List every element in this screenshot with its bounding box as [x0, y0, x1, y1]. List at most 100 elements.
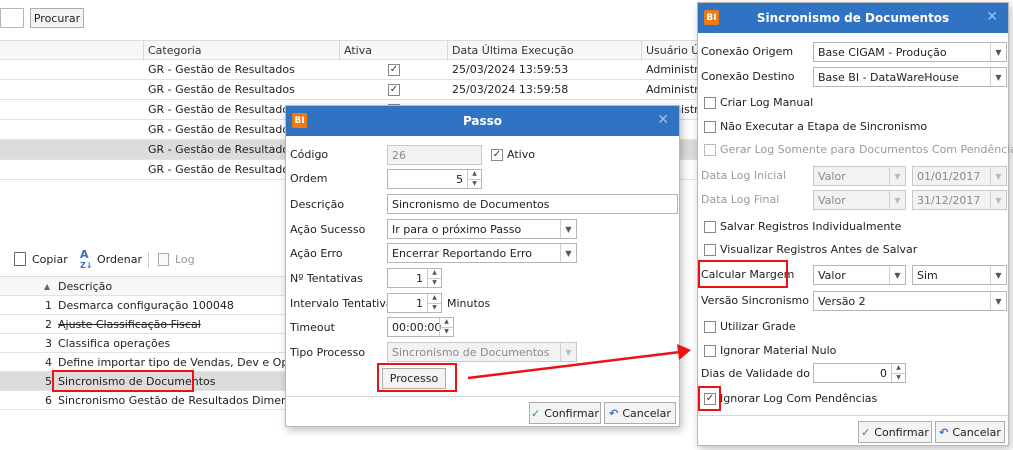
- copy-icon[interactable]: [14, 252, 26, 266]
- acao-erro-select[interactable]: Encerrar Reportando Erro ▼: [387, 243, 577, 263]
- versao-value: Versão 2: [818, 294, 866, 308]
- chevron-down-icon: ▼: [889, 167, 905, 185]
- list-item[interactable]: 3 Classifica operações: [0, 334, 285, 353]
- bi-app-icon: BI: [292, 113, 307, 128]
- origem-select[interactable]: Base CIGAM - Produção ▼: [813, 42, 1007, 62]
- timeout-label: Timeout: [290, 321, 335, 334]
- step-description: Ajuste Classificação Fiscal: [58, 318, 201, 331]
- dias-validade-stepper[interactable]: 0 ▲ ▼: [813, 363, 906, 383]
- descricao-field[interactable]: Sincronismo de Documentos: [387, 194, 678, 214]
- sort-button[interactable]: Ordenar: [97, 253, 142, 266]
- ordem-label: Ordem: [290, 172, 328, 185]
- search-input[interactable]: [0, 8, 24, 28]
- acao-sucesso-select[interactable]: Ir para o próximo Passo ▼: [387, 219, 577, 239]
- chevron-down-icon[interactable]: ▼: [990, 292, 1006, 310]
- copy-button[interactable]: Copiar: [32, 253, 68, 266]
- list-item[interactable]: 6 Sincronismo Gestão de Resultados Dimens…: [0, 391, 313, 410]
- cancel-button[interactable]: ↶ Cancelar: [935, 421, 1005, 443]
- data-final-value: 31/12/2017: [917, 193, 981, 207]
- chevron-down-icon[interactable]: ▼: [990, 68, 1006, 86]
- undo-icon: ↶: [609, 406, 619, 420]
- chevron-down-icon[interactable]: ▼: [560, 220, 576, 238]
- usuario-cell: Administrad: [646, 63, 700, 76]
- close-icon[interactable]: ✕: [657, 112, 669, 128]
- data-final-type-value: Valor: [818, 193, 846, 207]
- categoria-cell: GR - Gestão de Resultados: [148, 163, 295, 176]
- sync-title-bar: BI Sincronismo de Documentos ✕: [698, 3, 1008, 33]
- sort-asc-icon[interactable]: ▲: [44, 277, 50, 297]
- ordem-stepper[interactable]: 5 ▲ ▼: [387, 169, 482, 189]
- log-button[interactable]: Log: [175, 253, 195, 266]
- categoria-cell: GR - Gestão de Resultados: [148, 63, 295, 76]
- list-item[interactable]: 4 Define importar tipo de Vendas, Dev e O…: [0, 353, 326, 372]
- steps-grid: ▲ Descrição 1 Desmarca configuração 10004…: [0, 276, 326, 416]
- cancel-button[interactable]: ↶ Cancelar: [604, 402, 676, 424]
- margem-value-select[interactable]: Sim ▼: [912, 265, 1007, 285]
- list-item[interactable]: 5 Sincronismo de Documentos: [0, 372, 285, 391]
- ativa-checkbox[interactable]: ✓: [388, 64, 400, 76]
- bi-app-icon: BI: [704, 10, 719, 25]
- destino-value: Base BI - DataWareHouse: [818, 70, 959, 84]
- sort-icon[interactable]: A Z↓: [80, 249, 93, 271]
- destino-select[interactable]: Base BI - DataWareHouse ▼: [813, 67, 1007, 87]
- log-icon[interactable]: [158, 253, 169, 266]
- usuario-cell: Administrad: [646, 83, 700, 96]
- search-button[interactable]: Procurar: [30, 8, 84, 28]
- header-descricao[interactable]: Descrição: [58, 277, 112, 297]
- cancel-label: Cancelar: [622, 406, 671, 420]
- step-number: 2: [45, 318, 52, 331]
- criar-log-checkbox[interactable]: [704, 97, 716, 109]
- chevron-down-icon[interactable]: ▼: [990, 43, 1006, 61]
- data-cell: 25/03/2024 13:59:53: [452, 63, 569, 76]
- header-data[interactable]: Data Última Execução: [448, 41, 642, 61]
- chevron-down-icon[interactable]: ▼: [560, 244, 576, 262]
- confirm-button[interactable]: ✓ Confirmar: [529, 402, 601, 424]
- minutos-label: Minutos: [447, 297, 491, 310]
- confirm-label: Confirmar: [874, 425, 929, 439]
- tentativas-label: Nº Tentativas: [290, 272, 363, 285]
- calcular-margem-label: Calcular Margem: [701, 268, 795, 281]
- visualizar-registros-checkbox[interactable]: [704, 244, 716, 256]
- passo-title: Passo: [462, 114, 503, 128]
- timeout-field[interactable]: 00:00:00 ▲ ▼: [387, 317, 454, 337]
- origem-label: Conexão Origem: [701, 45, 794, 58]
- chevron-down-icon: ▼: [889, 191, 905, 209]
- versao-select[interactable]: Versão 2 ▼: [813, 291, 1007, 311]
- data-final-type-select: Valor ▼: [813, 190, 906, 210]
- chevron-down-icon[interactable]: ▼: [990, 266, 1006, 284]
- chevron-down-icon[interactable]: ▼: [889, 266, 905, 284]
- tentativas-stepper[interactable]: 1 ▲ ▼: [387, 268, 442, 288]
- header-ativa[interactable]: Ativa: [340, 41, 448, 61]
- check-icon: ✓: [531, 406, 541, 420]
- confirm-button[interactable]: ✓ Confirmar: [858, 421, 932, 443]
- categoria-cell: GR - Gestão de Resultados: [148, 123, 295, 136]
- table-row[interactable]: GR - Gestão de Resultados ✓ 25/03/2024 13:…: [0, 60, 700, 80]
- nao-executar-checkbox[interactable]: [704, 121, 716, 133]
- list-item[interactable]: 2 Ajuste Classificação Fiscal: [0, 315, 285, 334]
- close-icon[interactable]: ✕: [986, 9, 998, 25]
- ignorar-log-checkbox[interactable]: ✓: [704, 393, 716, 405]
- list-item[interactable]: 1 Desmarca configuração 100048: [0, 296, 285, 315]
- margem-value: Sim: [917, 268, 938, 282]
- header-usuario[interactable]: Usuário Últ: [642, 41, 700, 61]
- annotation-arrow: [467, 344, 691, 380]
- ativa-checkbox[interactable]: ✓: [388, 84, 400, 96]
- data-inicial-type-value: Valor: [818, 169, 846, 183]
- header-categoria[interactable]: Categoria: [144, 41, 340, 61]
- table-row[interactable]: GR - Gestão de Resultados ✓ 25/03/2024 13:…: [0, 80, 700, 100]
- intervalo-stepper[interactable]: 1 ▲ ▼: [387, 293, 442, 313]
- ignorar-material-checkbox[interactable]: [704, 345, 716, 357]
- margem-type-select[interactable]: Valor ▼: [813, 265, 906, 285]
- data-inicial-value: 01/01/2017: [917, 169, 981, 183]
- categoria-cell: GR - Gestão de Resultados: [148, 143, 295, 156]
- intervalo-value: 1: [416, 296, 423, 310]
- salvar-registros-checkbox[interactable]: [704, 221, 716, 233]
- processo-button[interactable]: Processo: [382, 368, 446, 389]
- utilizar-grade-checkbox[interactable]: [704, 321, 716, 333]
- chevron-down-icon: ▼: [990, 191, 1006, 209]
- step-description: Desmarca configuração 100048: [58, 299, 234, 312]
- data-inicial-type-select: Valor ▼: [813, 166, 906, 186]
- ativo-checkbox[interactable]: ✓: [491, 149, 503, 161]
- step-number: 3: [45, 337, 52, 350]
- margem-type-value: Valor: [818, 268, 846, 282]
